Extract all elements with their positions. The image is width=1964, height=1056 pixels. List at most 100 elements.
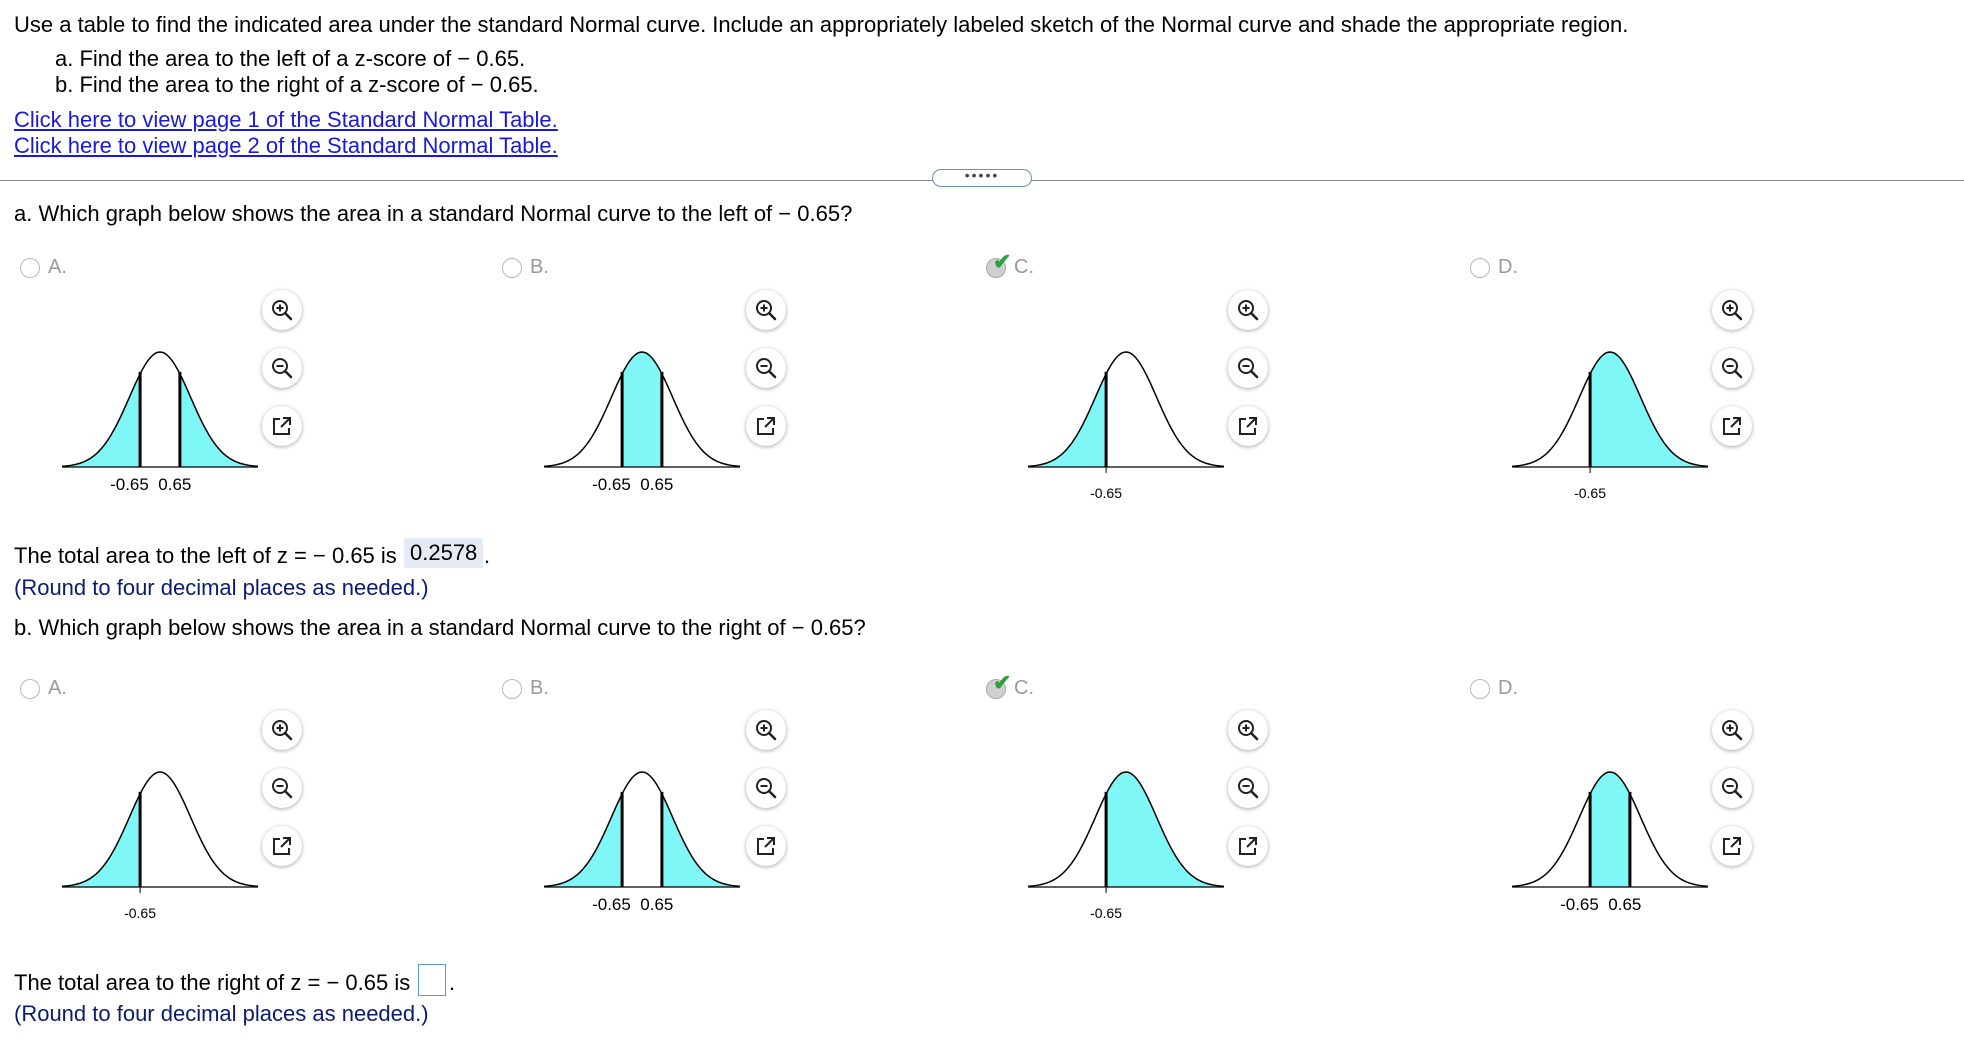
popout-button[interactable]: [262, 406, 302, 446]
part-b-option-b[interactable]: B.: [502, 677, 549, 700]
zoom-in-icon: [1722, 720, 1743, 741]
popout-button[interactable]: [746, 826, 786, 866]
part-a-question: a. Which graph below shows the area in a…: [14, 201, 853, 226]
zoom-out-icon: [1238, 778, 1259, 799]
z-tick-labels: -0.65 0.65: [110, 475, 192, 494]
option-label: B.: [530, 677, 549, 699]
radio-button[interactable]: [1470, 678, 1490, 699]
part-a-hint: (Round to four decimal places as needed.…: [14, 575, 429, 600]
radio-button[interactable]: ✔: [986, 670, 1011, 699]
part-b-option-a[interactable]: A.: [20, 677, 67, 700]
normal-curve-graph: [61, 312, 259, 484]
zoom-out-button[interactable]: [1712, 348, 1752, 388]
zoom-out-button[interactable]: [262, 768, 302, 808]
normal-curve: [61, 771, 259, 888]
option-label: D.: [1498, 677, 1518, 699]
shaded-region: [179, 373, 258, 467]
popout-icon: [273, 417, 291, 435]
zoom-in-button[interactable]: [1712, 710, 1752, 750]
normal-curve-graph: [543, 312, 741, 484]
shaded-region: [1590, 772, 1630, 887]
part-a-option-b[interactable]: B.: [502, 256, 549, 279]
radio-button[interactable]: [20, 678, 40, 699]
zoom-out-button[interactable]: [262, 348, 302, 388]
part-a-answer-suffix: .: [484, 543, 491, 568]
radio-button[interactable]: [502, 678, 522, 699]
part-a-answer-field[interactable]: 0.2578: [404, 538, 484, 568]
zoom-in-button[interactable]: [262, 290, 302, 330]
popout-button[interactable]: [1228, 826, 1268, 866]
zoom-in-icon: [1238, 720, 1259, 741]
zoom-out-icon: [1722, 358, 1743, 379]
part-b-option-c[interactable]: ✔ C.: [986, 670, 1034, 700]
shaded-region: [1028, 373, 1107, 467]
item-b-text: b. Find the area to the right of a z-sco…: [55, 72, 539, 97]
check-icon: ✔: [993, 248, 1012, 274]
popout-icon: [757, 837, 775, 855]
popout-icon: [273, 837, 291, 855]
popout-icon: [1723, 837, 1741, 855]
normal-curve-graph: [1511, 312, 1709, 484]
popout-button[interactable]: [1228, 406, 1268, 446]
option-label: C.: [1014, 256, 1034, 278]
table-page-2-link[interactable]: Click here to view page 2 of the Standar…: [14, 133, 558, 159]
radio-button[interactable]: [502, 257, 522, 278]
radio-button[interactable]: [20, 257, 40, 278]
popout-icon: [1239, 837, 1257, 855]
zoom-in-icon: [272, 720, 293, 741]
zoom-in-button[interactable]: [262, 710, 302, 750]
popout-icon: [757, 417, 775, 435]
z-tick-labels: -0.65: [1574, 485, 1607, 501]
normal-curve-graph: [1027, 732, 1225, 904]
part-a-option-d[interactable]: D.: [1470, 256, 1518, 279]
popout-icon: [1723, 417, 1741, 435]
part-b-question: b. Which graph below shows the area in a…: [14, 615, 866, 640]
zoom-in-icon: [756, 300, 777, 321]
normal-curve: [61, 351, 259, 468]
table-page-1-link[interactable]: Click here to view page 1 of the Standar…: [14, 107, 558, 133]
popout-button[interactable]: [1712, 406, 1752, 446]
zoom-out-icon: [1238, 358, 1259, 379]
popout-icon: [1239, 417, 1257, 435]
part-b-option-d[interactable]: D.: [1470, 677, 1518, 700]
part-a-option-c[interactable]: ✔ C.: [986, 249, 1034, 279]
zoom-in-button[interactable]: [746, 290, 786, 330]
z-tick-labels: -0.65: [124, 905, 157, 921]
zoom-out-button[interactable]: [746, 768, 786, 808]
zoom-out-button[interactable]: [1228, 348, 1268, 388]
zoom-in-button[interactable]: [1228, 710, 1268, 750]
zoom-in-button[interactable]: [1228, 290, 1268, 330]
item-a-text: a. Find the area to the left of a z-scor…: [55, 46, 526, 71]
radio-button[interactable]: [1470, 257, 1490, 278]
option-label: A.: [48, 256, 67, 278]
expand-button[interactable]: •••••: [932, 168, 1032, 187]
zoom-in-button[interactable]: [746, 710, 786, 750]
part-b-answer-suffix: .: [449, 970, 456, 995]
shaded-region: [622, 352, 662, 467]
zoom-out-button[interactable]: [746, 348, 786, 388]
popout-button[interactable]: [1712, 826, 1752, 866]
popout-button[interactable]: [262, 826, 302, 866]
zoom-out-button[interactable]: [1228, 768, 1268, 808]
z-tick-labels: -0.65: [1090, 485, 1123, 501]
zoom-in-icon: [756, 720, 777, 741]
shaded-region: [1106, 772, 1224, 887]
radio-button[interactable]: ✔: [986, 249, 1011, 278]
option-label: B.: [530, 256, 549, 278]
zoom-out-icon: [272, 778, 293, 799]
zoom-out-icon: [756, 778, 777, 799]
option-label: C.: [1014, 677, 1034, 699]
part-a-option-a[interactable]: A.: [20, 256, 67, 279]
normal-curve-graph: [61, 732, 259, 904]
option-label: D.: [1498, 256, 1518, 278]
popout-button[interactable]: [746, 406, 786, 446]
z-tick-labels: -0.65 0.65: [1560, 895, 1642, 914]
part-a-answer-prefix: The total area to the left of z = − 0.65…: [14, 543, 397, 568]
zoom-in-icon: [1238, 300, 1259, 321]
part-b-hint: (Round to four decimal places as needed.…: [14, 1001, 429, 1026]
zoom-out-button[interactable]: [1712, 768, 1752, 808]
normal-curve-graph: [1027, 312, 1225, 484]
zoom-out-icon: [272, 358, 293, 379]
part-b-answer-field[interactable]: [418, 964, 446, 996]
zoom-in-button[interactable]: [1712, 290, 1752, 330]
